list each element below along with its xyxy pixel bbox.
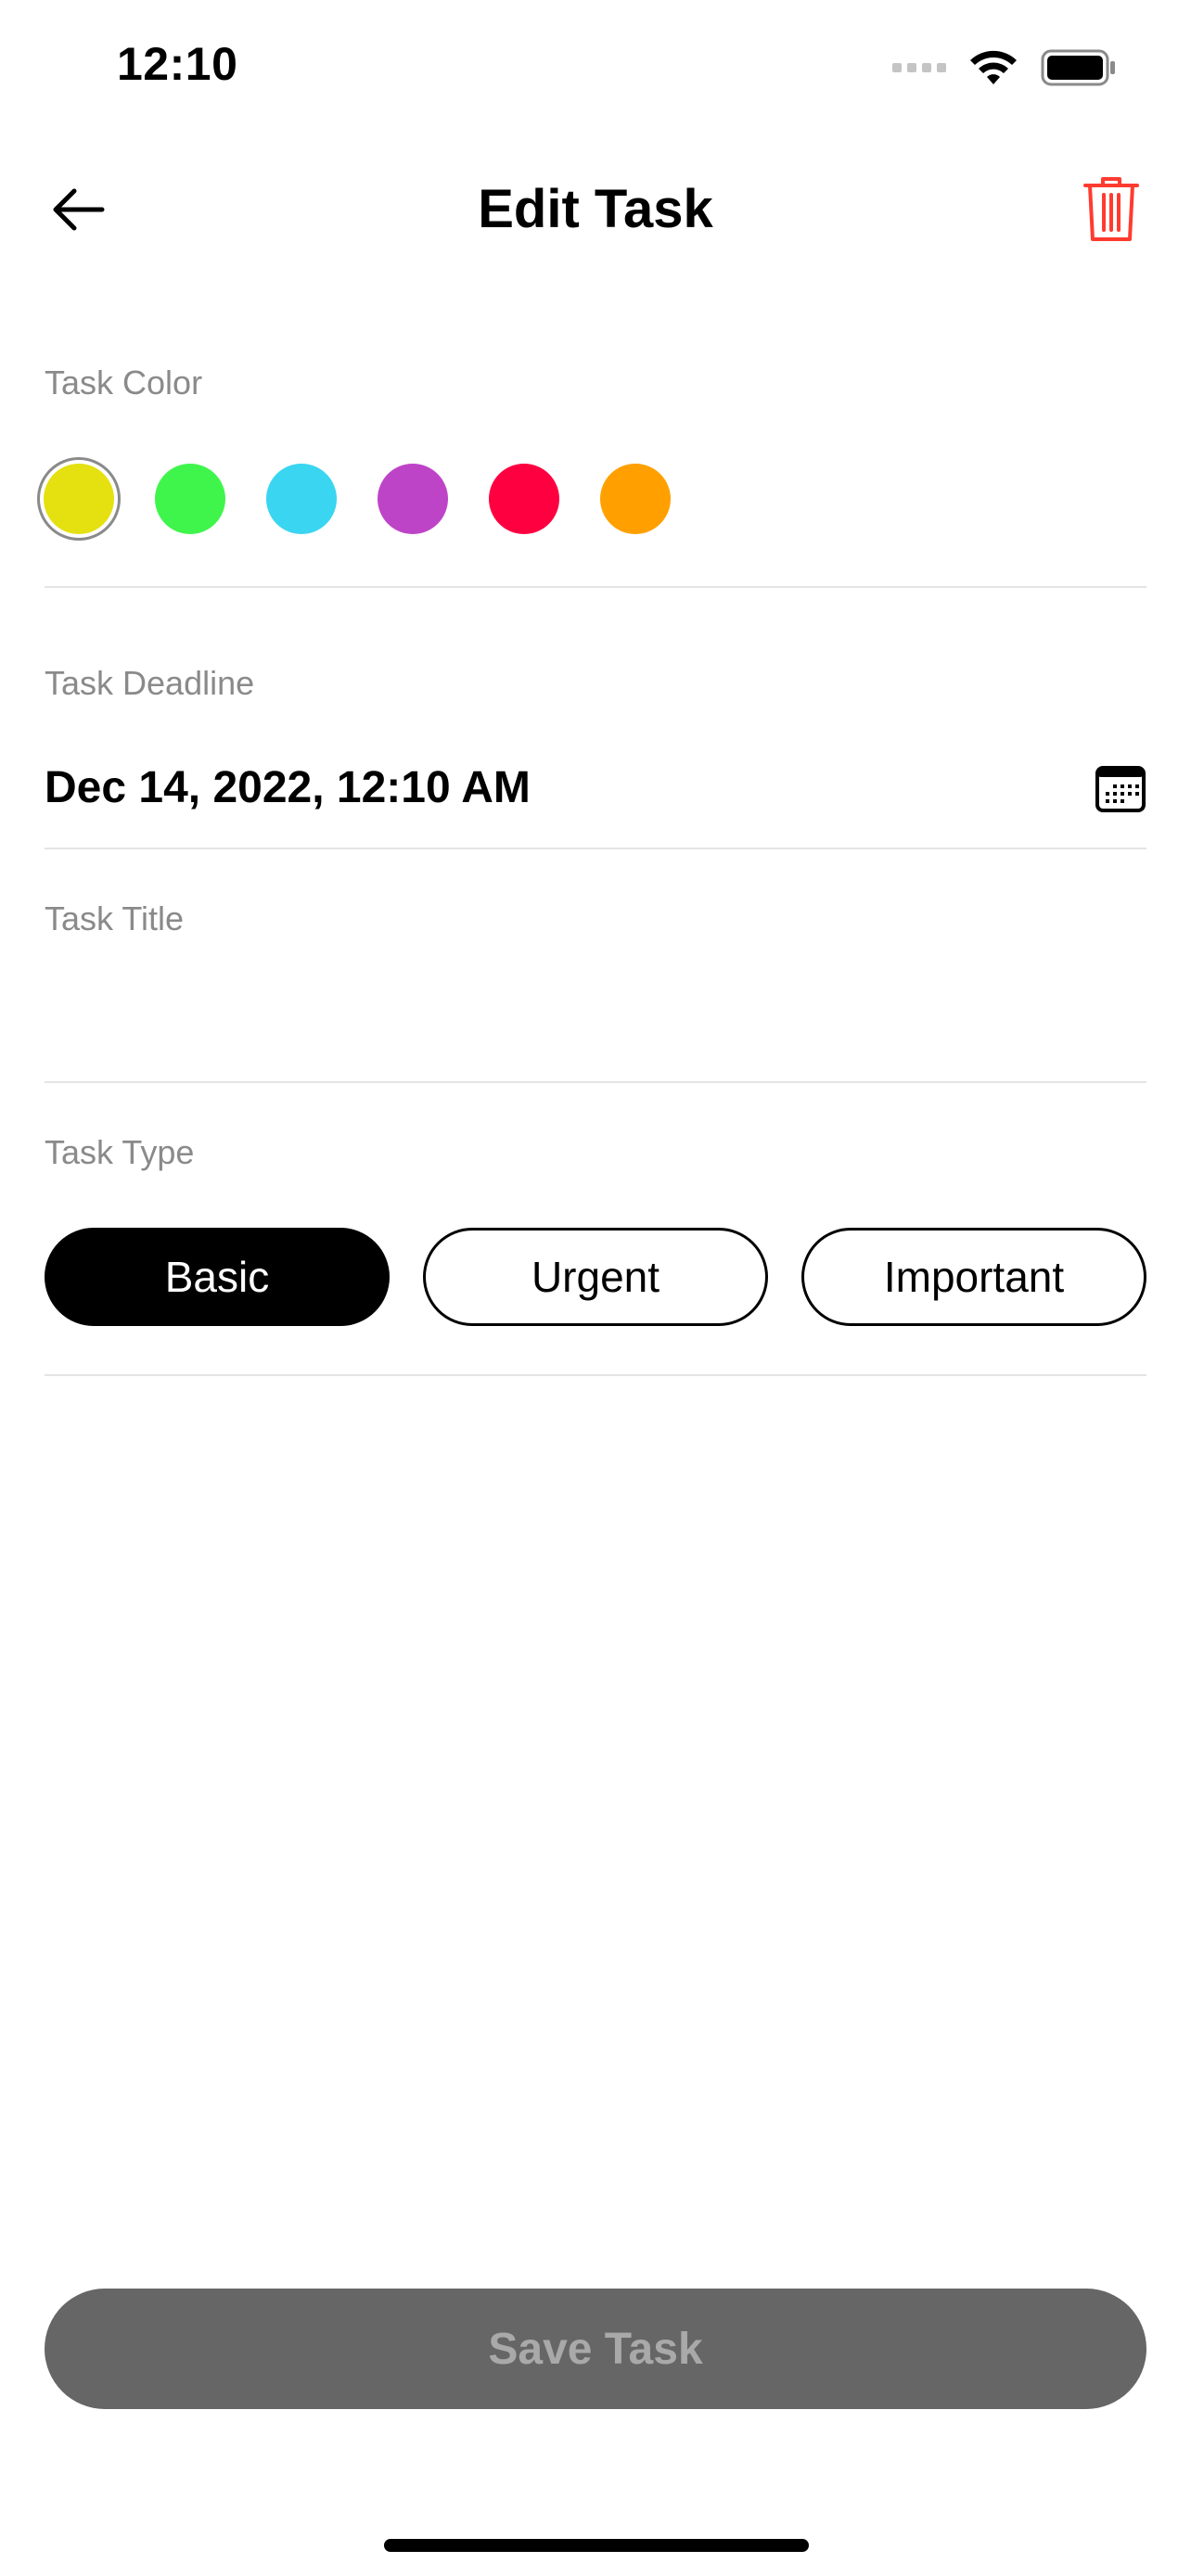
color-swatch-red[interactable] [482, 457, 566, 541]
color-swatch-cyan[interactable] [260, 457, 343, 541]
swatch-fill [155, 464, 225, 534]
task-title-input[interactable] [45, 946, 1146, 1039]
type-urgent-button[interactable]: Urgent [423, 1228, 768, 1326]
swatch-fill [489, 464, 559, 534]
battery-icon [1041, 49, 1115, 86]
calendar-icon [1095, 766, 1146, 812]
swatch-fill [44, 464, 114, 534]
divider [45, 586, 1146, 588]
swatch-fill [378, 464, 448, 534]
divider [45, 1081, 1146, 1083]
page-title: Edit Task [478, 179, 713, 239]
delete-task-button[interactable] [1076, 172, 1146, 247]
calendar-button[interactable] [1095, 762, 1146, 814]
save-task-button[interactable]: Save Task [45, 2289, 1146, 2409]
task-type-selector: Basic Urgent Important [45, 1228, 1146, 1326]
color-swatch-yellow[interactable] [37, 457, 121, 541]
swatch-fill [600, 464, 671, 534]
type-important-button[interactable]: Important [801, 1228, 1146, 1326]
color-swatch-orange[interactable] [594, 457, 677, 541]
swatch-fill [266, 464, 337, 534]
task-color-label: Task Color [45, 363, 203, 402]
color-swatch-purple[interactable] [371, 457, 455, 541]
wifi-icon [970, 50, 1017, 84]
task-deadline-label: Task Deadline [45, 664, 255, 702]
edit-task-screen: 12:10 Edit Task Task Color Task Deadline… [0, 0, 1191, 2576]
cellular-signal-icon [892, 63, 946, 72]
home-indicator [384, 2539, 809, 2552]
status-time: 12:10 [117, 38, 238, 90]
task-type-label: Task Type [45, 1133, 195, 1171]
task-title-label: Task Title [45, 899, 185, 937]
color-swatch-green[interactable] [148, 457, 232, 541]
trash-icon [1083, 177, 1139, 241]
divider [45, 848, 1146, 849]
divider [45, 1374, 1146, 1376]
type-basic-button[interactable]: Basic [45, 1228, 390, 1326]
color-picker [37, 454, 677, 543]
deadline-value[interactable]: Dec 14, 2022, 12:10 AM [45, 760, 531, 816]
status-icons [892, 46, 1117, 89]
